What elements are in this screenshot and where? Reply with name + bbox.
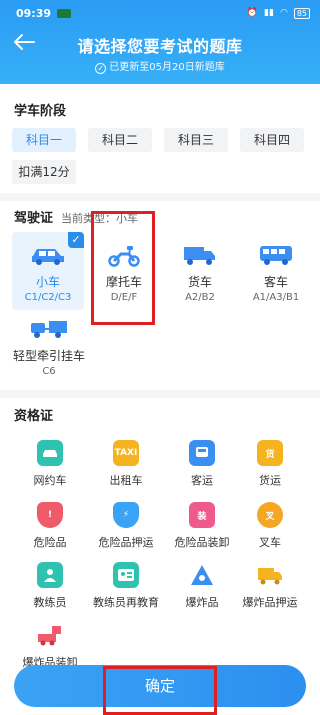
stage-option-kemu3[interactable]: 科目三 (164, 128, 228, 152)
header: 09:39 ⏰ ▮▮ ◠ 85 请选择您要考试的题库 ✓ 已更新至05月20日新题… (0, 0, 320, 84)
vehicle-trailer[interactable]: 轻型牵引挂车 C6 (4, 314, 94, 384)
qual-instructor-reeducation[interactable]: 教练员再教育 (88, 562, 164, 610)
ride-hailing-icon (37, 440, 63, 466)
qual-name: 客运 (191, 474, 213, 487)
instructor-icon (37, 562, 63, 588)
qual-name: 爆炸品押运 (242, 596, 298, 609)
freight-icon: 货 (257, 440, 283, 466)
taxi-icon: TAXI (113, 440, 139, 466)
qual-danger-loading[interactable]: 装 危险品装卸 (164, 502, 240, 550)
qual-freight[interactable]: 货 货运 (232, 440, 308, 488)
alarm-icon: ⏰ (246, 8, 259, 18)
qual-name: 货运 (259, 474, 281, 487)
stage-option-kemu4[interactable]: 科目四 (240, 128, 304, 152)
vehicle-license-classes: C6 (42, 366, 56, 377)
signal-icon: ▮▮ (264, 8, 274, 18)
qual-forklift[interactable]: 叉 叉车 (232, 502, 308, 550)
check-circle-icon: ✓ (95, 63, 107, 74)
stage-option-kemu1[interactable]: 科目一 (12, 128, 76, 152)
forklift-icon: 叉 (257, 502, 283, 528)
explosive-icon (189, 562, 215, 588)
qual-explosive-escort[interactable]: 爆炸品押运 (232, 562, 308, 610)
status-time: 09:39 (16, 6, 52, 20)
qual-name: 网约车 (33, 474, 67, 487)
stage-options-row-2: 扣满12分 (12, 160, 76, 184)
qual-name: 教练员 (33, 596, 67, 609)
trailer-icon (31, 321, 67, 338)
selected-check-icon: ✓ (68, 232, 84, 248)
battery-icon: 85 (293, 7, 310, 19)
vehicle-bus[interactable]: 客车 A1/A3/B1 (240, 232, 312, 310)
explosive-truck-icon (257, 562, 283, 588)
vehicle-truck[interactable]: 货车 A2/B2 (164, 232, 236, 310)
qual-name: 危险品 (33, 536, 67, 549)
section-divider (0, 390, 320, 398)
qual-passenger[interactable]: 客运 (164, 440, 240, 488)
app-notification-icon (57, 8, 72, 18)
passenger-bus-icon (189, 440, 215, 466)
qual-name: 教练员再教育 (93, 596, 159, 609)
stage-option-kemu2[interactable]: 科目二 (88, 128, 152, 152)
qualification-section-title: 资格证 (14, 409, 54, 424)
qual-taxi[interactable]: TAXI 出租车 (88, 440, 164, 488)
highlight-box-motorcycle (91, 211, 155, 325)
instructor-card-icon (113, 562, 139, 588)
qual-name: 危险品装卸 (174, 536, 230, 549)
qual-explosive[interactable]: 爆炸品 (164, 562, 240, 610)
truck-icon (184, 247, 215, 265)
vehicle-license-classes: C1/C2/C3 (24, 292, 72, 303)
vehicle-name: 轻型牵引挂车 (12, 349, 85, 363)
vehicle-license-classes: A1/A3/B1 (252, 292, 300, 303)
car-icon (32, 249, 64, 265)
license-section-title: 驾驶证 (14, 211, 54, 226)
qual-instructor[interactable]: 教练员 (12, 562, 88, 610)
page-title: 请选择您要考试的题库 (77, 37, 243, 56)
vehicle-name: 客车 (263, 275, 288, 289)
bus-icon (260, 246, 292, 265)
load-icon: 装 (189, 502, 215, 528)
vehicle-name: 小车 (35, 275, 60, 289)
vehicle-license-classes: A2/B2 (185, 292, 215, 303)
qual-ride-hailing[interactable]: 网约车 (12, 440, 88, 488)
vehicle-name: 货车 (187, 275, 212, 289)
wifi-icon: ◠ (279, 8, 288, 18)
qual-name: 危险品押运 (98, 536, 154, 549)
qual-danger-escort[interactable]: ⚡ 危险品押运 (88, 502, 164, 550)
qual-danger[interactable]: ! 危险品 (12, 502, 88, 550)
qual-explosive-loading[interactable]: 爆炸品装卸 (12, 622, 88, 670)
lightning-shield-icon: ⚡ (113, 502, 139, 528)
danger-shield-icon: ! (37, 502, 63, 528)
section-divider (0, 193, 320, 201)
stage-option-deduct12[interactable]: 扣满12分 (12, 160, 76, 184)
stage-options-row-1: 科目一 科目二 科目三 科目四 (12, 128, 304, 152)
status-bar: 09:39 ⏰ ▮▮ ◠ 85 (16, 6, 310, 20)
qual-name: 出租车 (109, 474, 143, 487)
qual-name: 叉车 (259, 536, 281, 549)
explosive-load-icon (37, 622, 63, 648)
vehicle-car[interactable]: ✓ 小车 C1/C2/C3 (12, 232, 84, 310)
update-text: 已更新至05月20日新题库 (109, 62, 225, 73)
qual-name: 爆炸品 (185, 596, 219, 609)
stage-section-title: 学车阶段 (14, 104, 67, 119)
highlight-box-confirm (103, 666, 217, 715)
update-subtitle: ✓ 已更新至05月20日新题库 (0, 58, 320, 74)
